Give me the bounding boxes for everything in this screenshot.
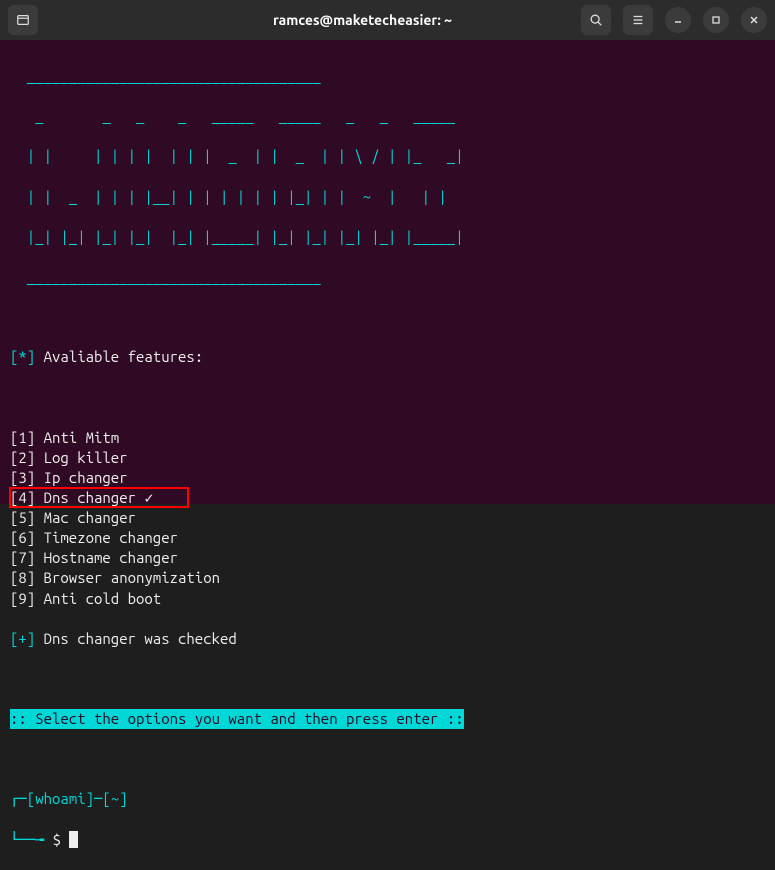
window-titlebar: ramces@maketecheasier: ~	[0, 0, 775, 40]
feature-row: [4] Dns changer ✓	[10, 488, 765, 508]
close-button[interactable]	[741, 7, 767, 33]
terminal-area[interactable]: ___________________________________ _ _ …	[0, 40, 775, 504]
feature-text: Hostname changer	[35, 549, 178, 566]
feature-text: Mac changer	[35, 509, 136, 526]
ascii-logo-line: | | _ | | | |__| | | | | | | |_| | | ~ |…	[10, 187, 765, 207]
feature-index: [5]	[10, 509, 35, 526]
blank-line	[10, 669, 765, 689]
feature-index: [2]	[10, 449, 35, 466]
feature-row: [5] Mac changer	[10, 508, 765, 528]
search-button[interactable]	[581, 5, 611, 35]
titlebar-left	[8, 5, 148, 35]
feature-text: Anti cold boot	[35, 590, 161, 607]
window-title: ramces@maketecheasier: ~	[156, 12, 569, 28]
feature-row: [2] Log killer	[10, 448, 765, 468]
feature-text: Anti Mitm	[35, 429, 119, 446]
feature-text: Browser anonymization	[35, 569, 220, 586]
feature-text: Timezone changer	[35, 529, 178, 546]
status-text: Dns changer was checked	[35, 630, 237, 647]
feature-row: [3] Ip changer	[10, 468, 765, 488]
header-prefix: [*]	[10, 348, 35, 365]
hamburger-menu-button[interactable]	[623, 5, 653, 35]
feature-text: Log killer	[35, 449, 127, 466]
feature-index: [9]	[10, 590, 35, 607]
blank-line	[10, 388, 765, 408]
feature-index: [3]	[10, 469, 35, 486]
feature-row: [7] Hostname changer	[10, 548, 765, 568]
feature-text: Ip changer	[35, 469, 127, 486]
feature-row: [8] Browser anonymization	[10, 568, 765, 588]
ascii-hr-bottom: ___________________________________	[10, 267, 765, 287]
feature-index: [7]	[10, 549, 35, 566]
status-prefix: [+]	[10, 630, 35, 647]
features-header: [*] Avaliable features:	[10, 347, 765, 367]
maximize-button[interactable]	[703, 7, 729, 33]
feature-row: [6] Timezone changer	[10, 528, 765, 548]
instruction-text: :: Select the options you want and then …	[10, 709, 464, 729]
ascii-hr-top: ___________________________________	[10, 66, 765, 86]
feature-index: [6]	[10, 529, 35, 546]
ascii-logo-line: _ _ _ _ _____ _____ _ _ _____	[10, 106, 765, 126]
prompt-line-2[interactable]: └──╼ $	[10, 830, 765, 850]
feature-index: [8]	[10, 569, 35, 586]
minimize-button[interactable]	[665, 7, 691, 33]
new-tab-button[interactable]	[8, 5, 38, 35]
feature-row: [1] Anti Mitm	[10, 428, 765, 448]
status-line: [+] Dns changer was checked	[10, 629, 765, 649]
blank-line	[10, 307, 765, 327]
prompt-line-1: ┌─[whoami]─[~]	[10, 789, 765, 809]
feature-row: [9] Anti cold boot	[10, 589, 765, 609]
blank-line	[10, 749, 765, 769]
highlighted-feature: [4] Dns changer ✓	[10, 488, 153, 508]
feature-index: [1]	[10, 429, 35, 446]
cursor	[69, 831, 78, 848]
ascii-logo-line: |_| |_| |_| |_| |_| |_____| |_| |_| |_| …	[10, 227, 765, 247]
instruction-line: :: Select the options you want and then …	[10, 709, 765, 729]
ascii-logo-line: | | | | | | | | | _ | | _ | | \ / | |_ _…	[10, 146, 765, 166]
header-text: Avaliable features:	[35, 348, 203, 365]
titlebar-right	[577, 5, 767, 35]
